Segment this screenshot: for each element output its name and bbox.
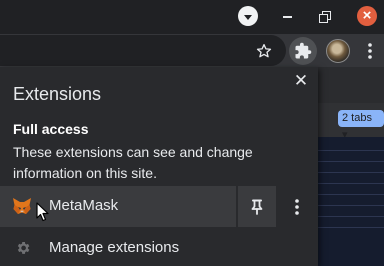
extension-launch-area[interactable]: MetaMask <box>0 186 236 227</box>
popup-title: Extensions <box>13 84 102 104</box>
restore-icon[interactable] <box>319 11 331 23</box>
browser-toolbar <box>0 34 384 67</box>
address-bar[interactable] <box>0 35 286 66</box>
section-description: These extensions can see and change info… <box>13 144 253 181</box>
triangle-down-icon <box>244 14 252 20</box>
profile-avatar[interactable] <box>326 39 350 63</box>
popup-close-icon[interactable]: ✕ <box>290 70 312 92</box>
gear-icon <box>17 242 30 254</box>
manage-extensions-label: Manage extensions <box>49 239 180 256</box>
window-close-button[interactable]: × <box>357 6 377 26</box>
pin-icon <box>251 199 263 215</box>
three-dots-vertical-icon <box>295 198 299 215</box>
browser-window: × 2 tabs ▾ Extensions ✕ Full access Thes… <box>0 0 384 266</box>
window-minimize-button[interactable] <box>238 6 258 26</box>
extension-item-metamask[interactable]: MetaMask <box>0 186 318 227</box>
section-heading: Full access <box>13 121 89 137</box>
extension-name: MetaMask <box>49 197 119 214</box>
metamask-fox-icon <box>13 198 31 214</box>
manage-extensions-item[interactable]: Manage extensions <box>0 232 318 266</box>
bookmark-star-button[interactable] <box>250 37 278 65</box>
mouse-cursor-icon <box>36 202 49 222</box>
pin-extension-button[interactable] <box>238 186 276 227</box>
extension-more-button[interactable] <box>276 186 318 227</box>
extensions-button[interactable] <box>289 37 317 65</box>
three-dots-vertical-icon <box>368 43 372 59</box>
page-text-lines <box>318 150 384 250</box>
browser-menu-button[interactable] <box>356 37 384 65</box>
close-icon: × <box>362 7 372 24</box>
tabs-count-badge[interactable]: 2 tabs ▾ <box>338 110 384 141</box>
title-bar: × <box>0 0 384 34</box>
puzzle-icon <box>295 42 312 59</box>
minimize-icon[interactable] <box>283 16 292 18</box>
star-icon <box>256 44 272 58</box>
